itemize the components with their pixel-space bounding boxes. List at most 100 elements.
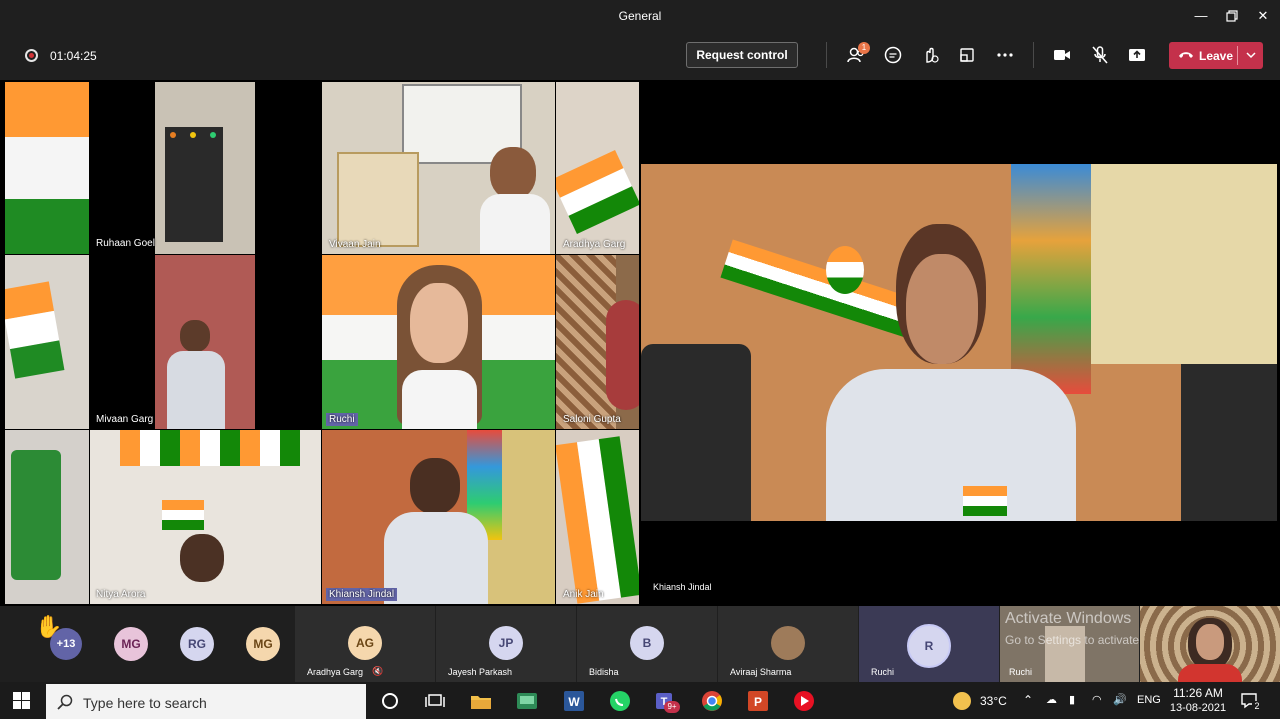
avatar: R <box>907 624 951 668</box>
participant-name: Ruhaan Goel <box>96 238 155 249</box>
participant-tile[interactable]: B Bidisha <box>577 606 717 682</box>
notification-count: 2 <box>1252 701 1262 713</box>
participant-tile[interactable]: JP Jayesh Parkash <box>436 606 576 682</box>
task-view-icon[interactable] <box>422 688 448 714</box>
cortana-icon[interactable] <box>377 688 403 714</box>
participant-name: Jayesh Parkash <box>448 667 513 677</box>
toolbar-divider <box>1033 42 1034 68</box>
participant-name: Bidisha <box>589 667 619 677</box>
avatar: AG <box>348 626 382 660</box>
chat-icon[interactable] <box>882 44 904 66</box>
meeting-toolbar: 01:04:25 Request control 1 Leave <box>0 32 1280 80</box>
wifi-icon[interactable]: ◠ <box>1092 693 1102 706</box>
teams-badge: 9+ <box>664 701 680 713</box>
search-icon <box>57 694 73 710</box>
participant-name: Aviraaj Sharma <box>730 667 792 677</box>
clock-date[interactable]: 13-08-2021 <box>1168 702 1228 714</box>
activate-windows-watermark: Activate Windows <box>1005 610 1132 627</box>
participant-name: Anik Jain <box>563 589 604 600</box>
file-explorer-icon[interactable] <box>468 688 494 714</box>
video-feed <box>155 255 255 429</box>
mic-muted-icon[interactable] <box>1089 44 1111 66</box>
avatar[interactable]: MG <box>246 627 280 661</box>
video-tile[interactable]: Anik Jain <box>556 430 639 604</box>
self-video[interactable] <box>1140 606 1280 682</box>
volume-icon[interactable]: 🔊 <box>1113 693 1127 706</box>
powerpoint-icon[interactable]: P <box>745 688 771 714</box>
video-feed <box>90 430 321 604</box>
title-bar: General — ✕ <box>0 0 1280 32</box>
avatar[interactable]: MG <box>114 627 148 661</box>
rooms-icon[interactable] <box>956 44 978 66</box>
video-feed <box>5 430 89 604</box>
participant-strip: ✋ +13 MG RG MG AG Aradhya Garg 🔇 JP Jaye… <box>0 606 1280 682</box>
request-control-button[interactable]: Request control <box>686 42 798 68</box>
participant-name: Ruchi <box>326 413 358 426</box>
toolbar-divider <box>826 42 827 68</box>
video-tile[interactable]: Aradhya Garg <box>556 82 639 254</box>
pinned-participant-name: Khiansh Jindal <box>653 582 712 592</box>
participant-name: Khiansh Jindal <box>326 588 398 601</box>
video-tile[interactable]: Saloni Gupta <box>556 255 639 429</box>
video-tile[interactable]: Ruchi <box>322 255 555 429</box>
search-placeholder: Type here to search <box>83 695 207 711</box>
video-tile[interactable]: Mivaan Garg <box>5 255 321 429</box>
svg-text:P: P <box>754 695 762 709</box>
word-icon[interactable]: W <box>561 688 587 714</box>
participant-tile[interactable]: Aviraaj Sharma <box>718 606 858 682</box>
more-participants-badge[interactable]: +13 <box>50 628 82 660</box>
activate-windows-hint: Go to Settings to activate <box>1005 633 1139 647</box>
media-player-icon[interactable] <box>791 688 817 714</box>
video-grid: Ruhaan Goel Vivaan Jain Aradhya Garg Miv… <box>5 82 639 604</box>
language-indicator[interactable]: ENG <box>1137 694 1161 706</box>
participant-tile[interactable]: AG Aradhya Garg 🔇 <box>295 606 435 682</box>
phone-hangup-icon <box>1179 52 1193 58</box>
participants-badge: 1 <box>858 42 870 54</box>
flag-image <box>556 150 639 234</box>
participant-name: Aradhya Garg <box>307 667 364 677</box>
participant-thumbnail[interactable]: Activate Windows Go to Settings to activ… <box>1000 606 1139 682</box>
weather-icon[interactable] <box>953 692 971 710</box>
avatar: JP <box>489 626 523 660</box>
reactions-icon[interactable] <box>919 44 941 66</box>
clock-time[interactable]: 11:26 AM <box>1171 686 1225 700</box>
leave-label: Leave <box>1199 49 1234 63</box>
participant-name: Nitya Arora <box>96 589 146 600</box>
avatar[interactable]: RG <box>180 627 214 661</box>
avatar: B <box>630 626 664 660</box>
video-tile[interactable]: Nitya Arora <box>5 430 321 604</box>
taskbar-search-box[interactable]: Type here to search <box>46 684 366 719</box>
participant-name: Aradhya Garg <box>563 239 626 250</box>
whatsapp-icon[interactable] <box>607 688 633 714</box>
video-tile[interactable]: Ruhaan Goel <box>5 82 321 254</box>
chevron-down-icon[interactable] <box>1244 48 1258 62</box>
onedrive-icon[interactable]: ☁ <box>1046 693 1057 706</box>
leave-button[interactable]: Leave <box>1169 42 1263 69</box>
video-tile[interactable]: Vivaan Jain <box>322 82 555 254</box>
maximize-icon[interactable] <box>1221 6 1243 26</box>
video-tile[interactable]: Khiansh Jindal <box>322 430 555 604</box>
participant-name: Mivaan Garg <box>96 414 154 425</box>
share-screen-icon[interactable] <box>1126 44 1148 66</box>
photo-app-icon[interactable] <box>514 688 540 714</box>
participant-tile[interactable]: R Ruchi <box>859 606 999 682</box>
minimize-icon[interactable]: — <box>1190 6 1212 26</box>
participant-name: Saloni Gupta <box>563 414 621 425</box>
windows-start-icon[interactable] <box>13 692 30 709</box>
flag-image <box>5 82 89 254</box>
camera-icon[interactable] <box>1051 44 1073 66</box>
svg-text:W: W <box>568 695 580 709</box>
close-icon[interactable]: ✕ <box>1252 6 1274 26</box>
window-title: General <box>618 9 662 23</box>
pinned-video[interactable] <box>641 164 1277 521</box>
more-options-icon[interactable] <box>994 44 1016 66</box>
windows-taskbar: Type here to search W T 9+ P 33°C ⌃ ☁ ▮ … <box>0 682 1280 719</box>
mic-muted-icon: 🔇 <box>372 666 384 676</box>
chevron-up-icon[interactable]: ⌃ <box>1023 693 1033 707</box>
avatar-photo <box>771 626 805 660</box>
leave-divider <box>1237 46 1238 65</box>
temperature[interactable]: 33°C <box>980 694 1007 708</box>
recording-icon <box>25 49 38 62</box>
battery-icon[interactable]: ▮ <box>1069 693 1075 706</box>
chrome-icon[interactable] <box>699 688 725 714</box>
